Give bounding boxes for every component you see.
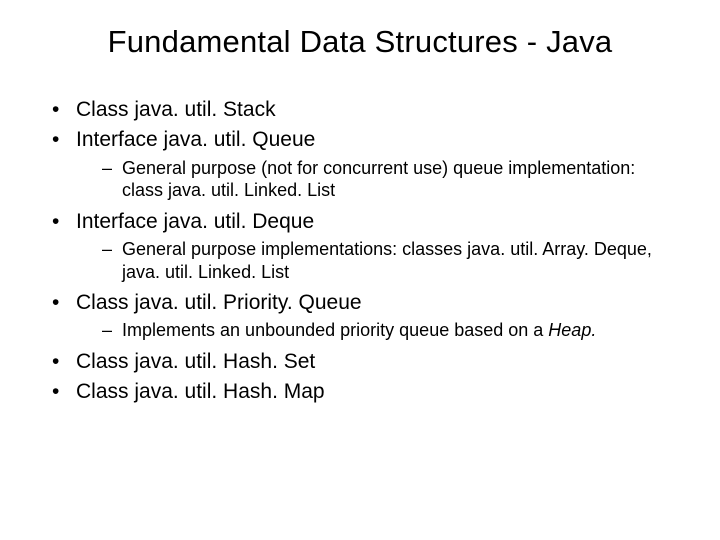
sub-text: General purpose implementations: classes… xyxy=(122,239,652,282)
sub-item: General purpose (not for concurrent use)… xyxy=(102,157,680,202)
bullet-text: Class java. util. Stack xyxy=(76,98,276,121)
sub-text: General purpose (not for concurrent use)… xyxy=(122,158,635,201)
bullet-item: Interface java. util. Deque General purp… xyxy=(48,208,680,283)
sub-text-prefix: Implements an unbounded priority queue b… xyxy=(122,320,548,340)
bullet-text: Class java. util. Hash. Set xyxy=(76,350,315,373)
bullet-text: Class java. util. Priority. Queue xyxy=(76,291,362,314)
sub-list: General purpose implementations: classes… xyxy=(76,238,680,283)
sub-item: Implements an unbounded priority queue b… xyxy=(102,319,680,342)
bullet-text: Interface java. util. Deque xyxy=(76,210,314,233)
bullet-item: Class java. util. Hash. Set xyxy=(48,348,680,376)
bullet-item: Interface java. util. Queue General purp… xyxy=(48,126,680,201)
sub-list: Implements an unbounded priority queue b… xyxy=(76,319,680,342)
bullet-item: Class java. util. Priority. Queue Implem… xyxy=(48,289,680,342)
bullet-item: Class java. util. Stack xyxy=(48,96,680,124)
sub-list: General purpose (not for concurrent use)… xyxy=(76,157,680,202)
bullet-list: Class java. util. Stack Interface java. … xyxy=(40,96,680,407)
bullet-text: Interface java. util. Queue xyxy=(76,128,315,151)
bullet-item: Class java. util. Hash. Map xyxy=(48,378,680,406)
sub-text-italic: Heap. xyxy=(548,320,596,340)
slide: Fundamental Data Structures - Java Class… xyxy=(0,0,720,540)
slide-title: Fundamental Data Structures - Java xyxy=(40,24,680,60)
sub-item: General purpose implementations: classes… xyxy=(102,238,680,283)
bullet-text: Class java. util. Hash. Map xyxy=(76,380,325,403)
